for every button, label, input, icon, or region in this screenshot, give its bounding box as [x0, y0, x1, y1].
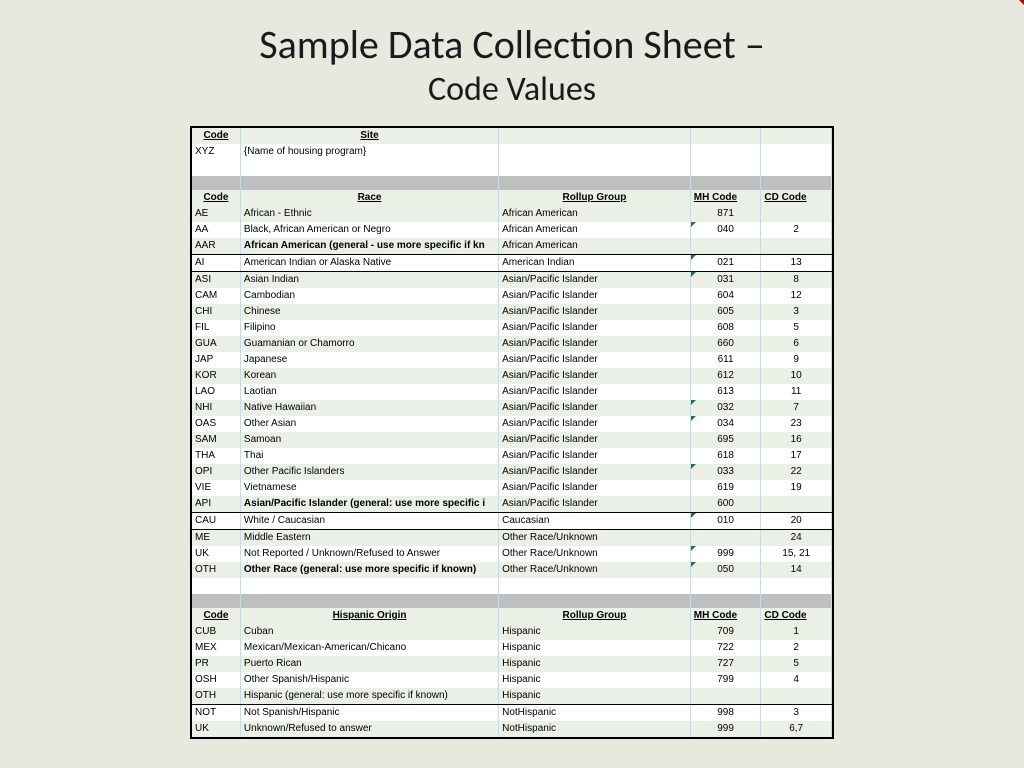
title-block: Sample Data Collection Sheet – Code Valu… [0, 0, 1024, 120]
table-row: OTHHispanic (general: use more specific … [192, 688, 832, 705]
code-table: CodeSiteXYZ{Name of housing program} Code… [192, 128, 832, 737]
header-code: Code [192, 128, 240, 144]
table-row: SAMSamoanAsian/Pacific Islander69516 [192, 432, 832, 448]
table-row: APIAsian/Pacific Islander (general: use … [192, 496, 832, 513]
race-header-row: CodeRaceRollup GroupMH CodeCD Code [192, 190, 832, 206]
table-row: CUBCubanHispanic7091 [192, 624, 832, 640]
table-row: CHIChineseAsian/Pacific Islander6053 [192, 304, 832, 320]
table-row: ASIAsian IndianAsian/Pacific Islander031… [192, 272, 832, 289]
table-row: UKNot Reported / Unknown/Refused to Answ… [192, 546, 832, 562]
table-row: AEAfrican - EthnicAfrican American871 [192, 206, 832, 222]
site-name: {Name of housing program} [240, 144, 498, 160]
table-row: THAThaiAsian/Pacific Islander61817 [192, 448, 832, 464]
table-row: AABlack, African American or NegroAfrica… [192, 222, 832, 238]
table-row: FILFilipinoAsian/Pacific Islander6085 [192, 320, 832, 336]
data-sheet: CodeSiteXYZ{Name of housing program} Code… [190, 126, 834, 739]
table-row: VIEVietnameseAsian/Pacific Islander61919 [192, 480, 832, 496]
table-row: NOTNot Spanish/HispanicNotHispanic9983 [192, 705, 832, 722]
table-row: OPIOther Pacific IslandersAsian/Pacific … [192, 464, 832, 480]
table-row: OASOther AsianAsian/Pacific Islander0342… [192, 416, 832, 432]
table-row: GUAGuamanian or ChamorroAsian/Pacific Is… [192, 336, 832, 352]
table-row: MEXMexican/Mexican-American/ChicanoHispa… [192, 640, 832, 656]
table-row: AIAmerican Indian or Alaska NativeAmeric… [192, 255, 832, 272]
table-row: CAUWhite / CaucasianCaucasian01020 [192, 513, 832, 530]
table-row: PRPuerto RicanHispanic7275 [192, 656, 832, 672]
table-row: LAOLaotianAsian/Pacific Islander61311 [192, 384, 832, 400]
site-code: XYZ [192, 144, 240, 160]
table-row: KORKoreanAsian/Pacific Islander61210 [192, 368, 832, 384]
table-row: MEMiddle EasternOther Race/Unknown24 [192, 530, 832, 547]
table-row: JAPJapaneseAsian/Pacific Islander6119 [192, 352, 832, 368]
table-row: CAMCambodianAsian/Pacific Islander60412 [192, 288, 832, 304]
table-row: AARAfrican American (general - use more … [192, 238, 832, 255]
table-row: NHINative HawaiianAsian/Pacific Islander… [192, 400, 832, 416]
table-row: OTHOther Race (general: use more specifi… [192, 562, 832, 578]
table-row: OSHOther Spanish/HispanicHispanic7994 [192, 672, 832, 688]
hispanic-header-row: CodeHispanic OriginRollup GroupMH CodeCD… [192, 608, 832, 624]
table-row: UKUnknown/Refused to answerNotHispanic99… [192, 721, 832, 737]
header-site: Site [240, 128, 498, 144]
page-title-sub: Code Values [428, 69, 596, 110]
page-title-main: Sample Data Collection Sheet – [259, 20, 765, 69]
